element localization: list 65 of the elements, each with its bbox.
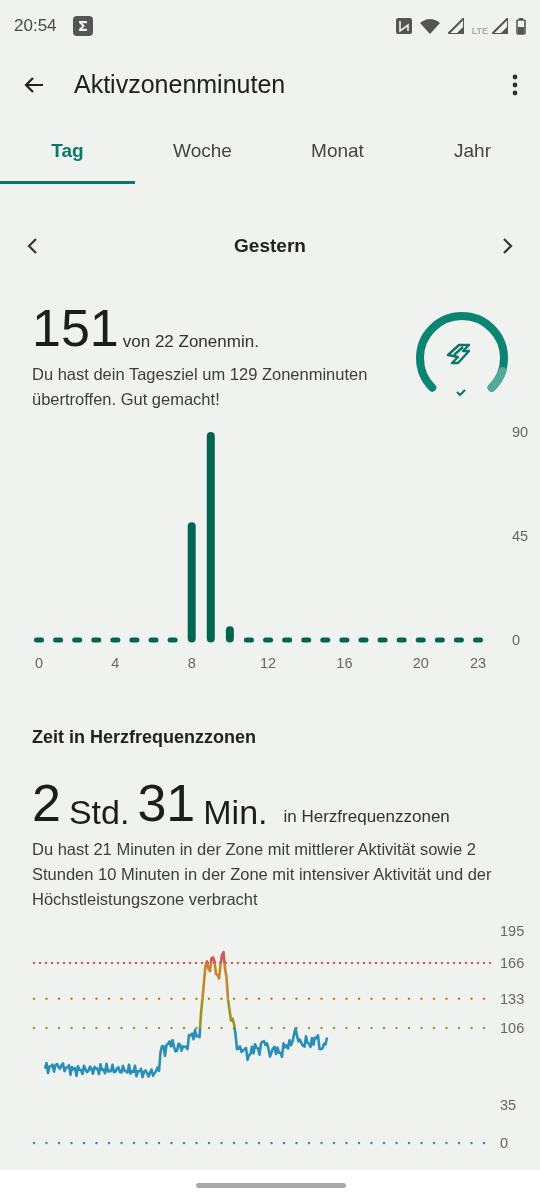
axis-label: 195: [500, 923, 525, 940]
axis-label: 133: [500, 990, 525, 1007]
axis-label: 166: [500, 955, 525, 972]
bar: [243, 637, 254, 643]
bar: [91, 637, 102, 643]
more-vertical-icon: [512, 74, 518, 96]
zone-minutes-value: 151: [32, 302, 119, 354]
section-heading: Zeit in Herzfrequenzzonen: [32, 726, 257, 749]
duration-hours: 2: [32, 777, 61, 829]
bar: [110, 637, 121, 643]
tab[interactable]: Jahr: [405, 122, 540, 184]
bar: [453, 637, 464, 643]
axis-label: 0: [512, 632, 521, 648]
duration-hours-unit: Std.: [68, 795, 130, 829]
axis-label: 23: [469, 655, 487, 671]
axis-label: 8: [187, 655, 196, 671]
bar: [358, 637, 369, 643]
chevron-left-icon: [26, 237, 38, 255]
axis-label: 106: [500, 1020, 525, 1037]
chevron-right-icon: [502, 237, 514, 255]
sigma-app-icon: [72, 16, 93, 36]
duration-suffix: in Herzfrequenzzonen: [283, 805, 450, 828]
axis-label: 20: [412, 655, 429, 671]
heart-zone-text: Du hast 21 Minuten in der Zone mit mittlerer Aktivität sowie 2 Stunden 10 Minuten in der Zone mit intensiver Aktivität und der Höchstleistungszone verbracht: [32, 839, 493, 910]
bar: [129, 637, 140, 643]
bar: [263, 637, 274, 643]
signal-icon: [492, 18, 508, 34]
tab[interactable]: Woche: [135, 122, 270, 184]
axis-label: 12: [259, 655, 277, 671]
summary-text: Du hast dein Tagesziel um 129 Zonenminuten übertroffen. Gut gemacht!: [32, 364, 369, 410]
battery-icon: [516, 17, 526, 35]
axis-label: 16: [336, 655, 353, 671]
network-label: LTE: [471, 25, 488, 39]
axis-label: 45: [512, 528, 529, 544]
duration-minutes-unit: Min.: [203, 795, 268, 829]
bar: [282, 637, 293, 643]
bar: [167, 637, 178, 643]
wifi-icon: [419, 18, 440, 34]
bar: [396, 637, 407, 643]
duration-minutes: 31: [137, 777, 196, 829]
bar: [148, 637, 159, 643]
bar: [301, 637, 312, 643]
bar: [225, 626, 234, 643]
screen-title: Aktivzonenminuten: [74, 69, 286, 101]
tab[interactable]: Monat: [270, 122, 405, 184]
axis-label: 35: [500, 1097, 517, 1114]
axis-label: 4: [111, 655, 120, 671]
bar: [320, 637, 331, 643]
date-label: Gestern: [234, 233, 306, 258]
signal-icon: [447, 18, 464, 34]
nfc-icon: [395, 18, 412, 34]
bar: [72, 637, 83, 643]
bar: [473, 637, 483, 643]
status-time: 20:54: [14, 15, 57, 38]
bar: [53, 637, 64, 643]
bar: [34, 637, 44, 643]
bar: [339, 637, 350, 643]
axis-label: 90: [512, 424, 529, 440]
bar: [434, 637, 445, 643]
axis-label: 0: [500, 1135, 509, 1152]
goal-label: von 22 Zonenmin.: [122, 330, 259, 353]
tab[interactable]: Tag: [0, 122, 135, 184]
bar: [377, 637, 388, 643]
bar: [415, 637, 426, 643]
axis-label: 0: [34, 655, 44, 671]
